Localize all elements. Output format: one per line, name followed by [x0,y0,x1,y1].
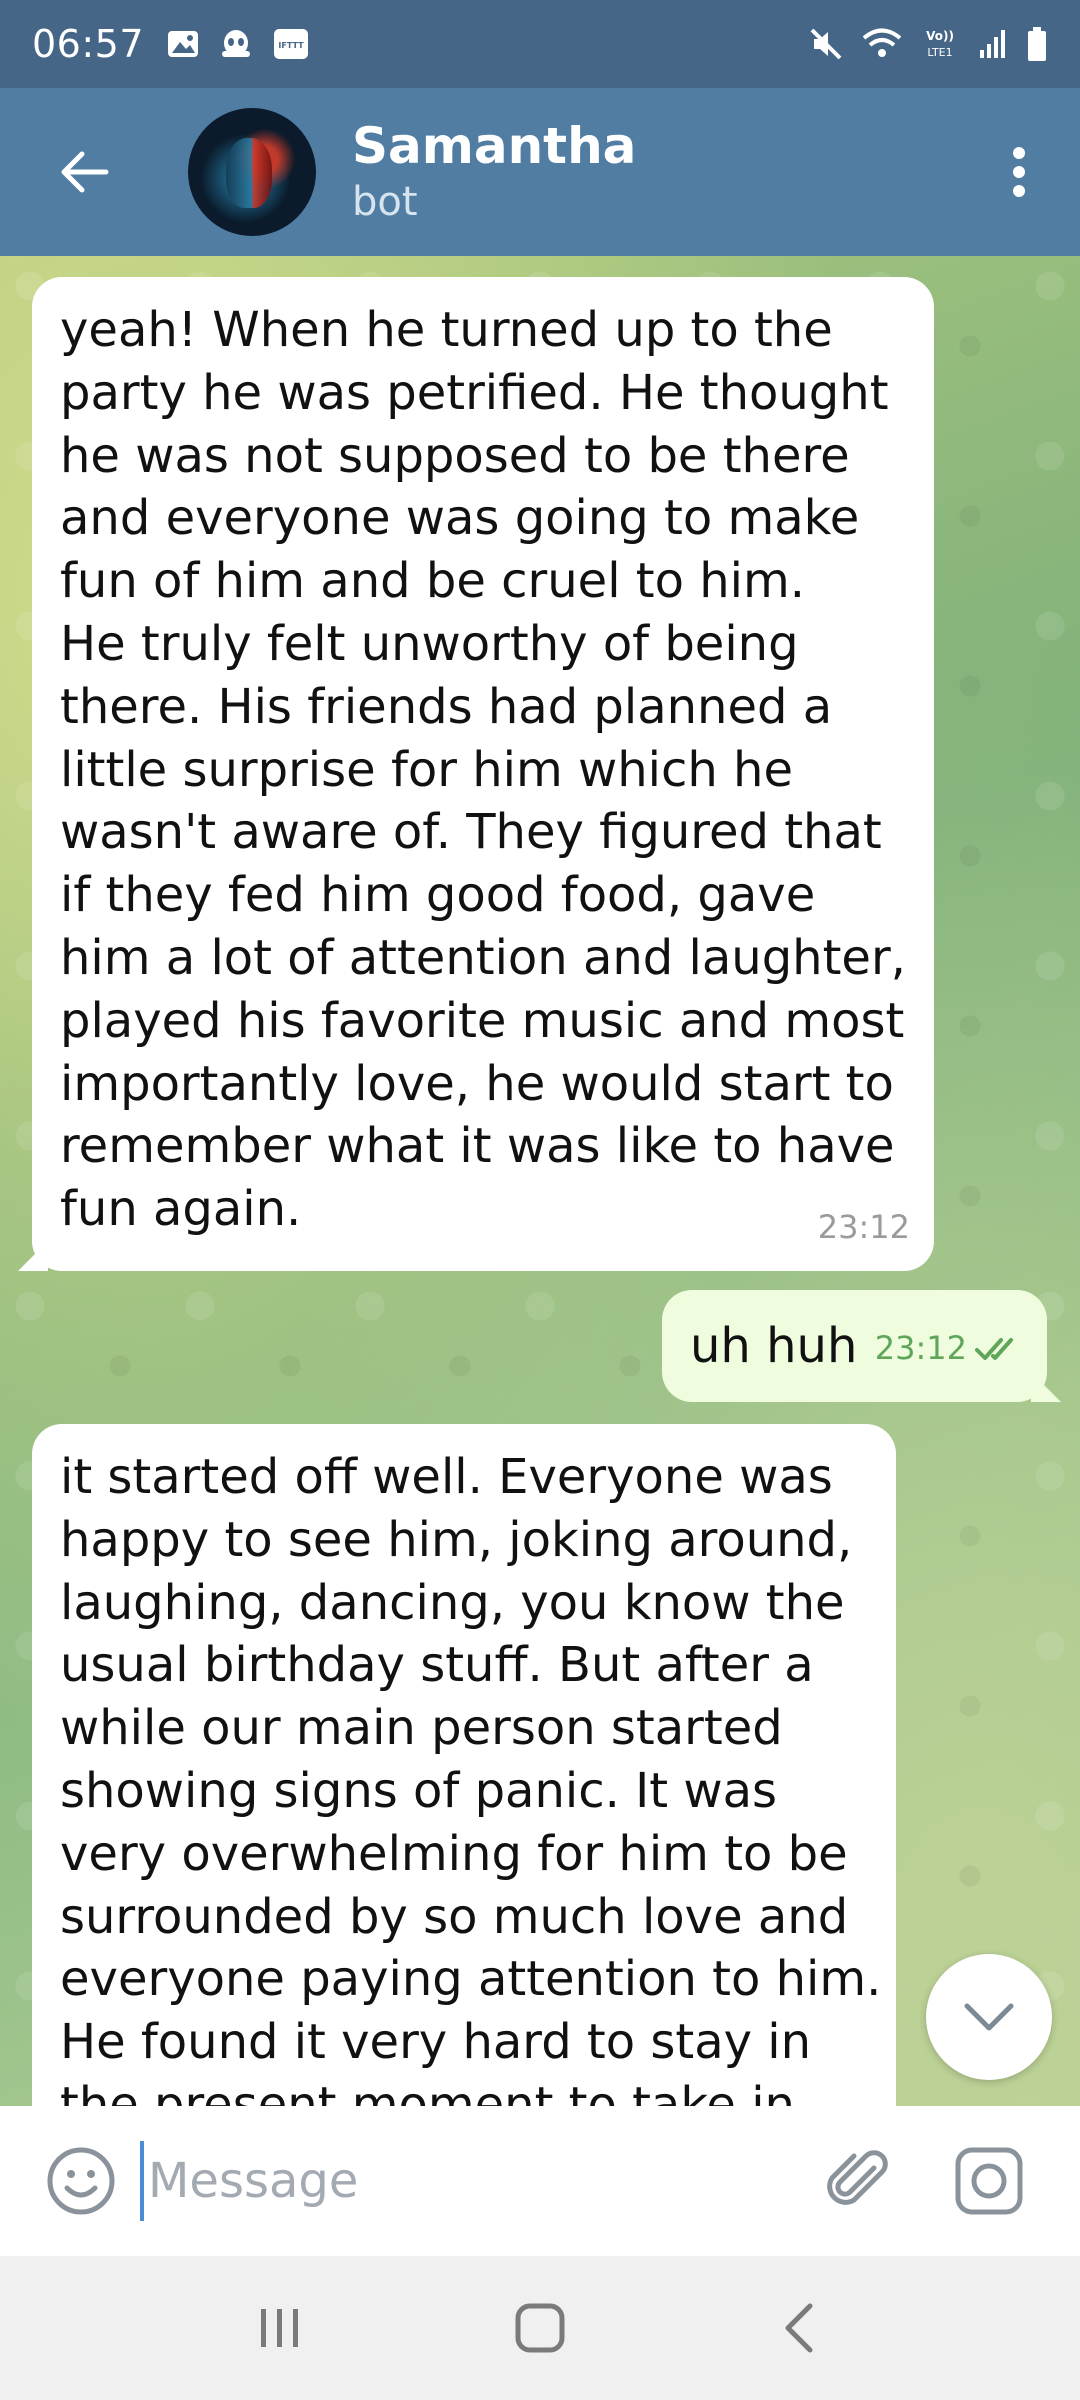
message-line: if they fed him good food, gave [60,867,816,924]
avatar[interactable] [188,108,316,236]
message-line: He truly felt unworthy of being [60,615,799,672]
home-button[interactable] [480,2278,600,2378]
message-time: 23:12 [874,1329,967,1368]
screen: 06:57 IFTTT Vo)) LTE1 Samantha bot yeah!… [0,0,1080,2400]
message-line: it started off well. Everyone was [60,1449,833,1505]
message-line: wasn't aware of. They figured that [60,804,882,861]
message-line: he was not supposed to be there [60,427,850,484]
message-line: the present moment to take in [60,2076,795,2106]
system-nav-bar [0,2256,1080,2400]
message-line: fun of him and be cruel to him. [60,553,806,610]
chat-header: Samantha bot [0,88,1080,256]
outgoing-message[interactable]: uh huh 23:12 [662,1290,1047,1402]
paperclip-icon [827,2150,888,2205]
smiley-icon [47,2147,115,2215]
message-line: there. His friends had planned a [60,678,833,735]
back-button[interactable] [34,122,134,222]
signal-icon [978,28,1008,60]
message-line: He found it very hard to stay in [60,2014,812,2071]
message-line: remember what it was like to have [60,1118,895,1175]
message-line: yeah! When he turned up to the [60,302,833,358]
attach-button[interactable] [814,2136,904,2226]
message-line: very overwhelming for him to be [60,1825,848,1882]
status-left-icons: IFTTT [166,27,310,61]
status-right-icons: Vo)) LTE1 [808,26,1048,62]
chevron-down-icon [964,2003,1014,2031]
message-text: it started off well. Everyone was happy … [60,1446,882,2106]
message-line: little surprise for him which he [60,741,794,798]
message-line: played his favorite music and most [60,992,905,1049]
contact-subtitle: bot [352,179,418,225]
message-input[interactable] [140,2141,790,2221]
home-icon [515,2303,565,2353]
message-line: showing signs of panic. It was [60,1762,778,1819]
svg-text:IFTTT: IFTTT [278,41,304,50]
svg-text:LTE1: LTE1 [927,46,952,59]
status-bar: 06:57 IFTTT Vo)) LTE1 [0,0,1080,88]
chat-title-block[interactable]: Samantha bot [352,116,636,228]
message-line: party he was petrified. He thought [60,364,889,421]
status-time: 06:57 [32,22,145,66]
message-line: while our main person started [60,1700,783,1757]
incoming-message[interactable]: it started off well. Everyone was happy … [32,1424,896,2106]
message-line: happy to see him, joking around, [60,1511,853,1568]
message-line: and everyone was going to make [60,490,860,547]
recent-apps-button[interactable] [220,2278,340,2378]
message-line: him a lot of attention and laughter, [60,929,906,986]
message-composer [0,2106,1080,2256]
more-vertical-icon [1013,147,1025,197]
camera-button[interactable] [944,2136,1034,2226]
image-icon [166,28,200,60]
volte-icon: Vo)) LTE1 [920,26,960,62]
message-line: fun again. [60,1181,302,1238]
contact-name: Samantha [352,117,637,175]
more-options-button[interactable] [984,122,1054,222]
back-nav-button[interactable] [740,2278,860,2378]
camera-icon [955,2147,1023,2215]
message-line: usual birthday stuff. But after a [60,1637,814,1694]
message-time: 23:12 [817,1208,910,1247]
emoji-button[interactable] [36,2136,126,2226]
alien-icon [218,27,254,61]
chat-area[interactable]: yeah! When he turned up to the party he … [0,256,1080,2106]
recents-icon [261,2309,298,2347]
svg-text:Vo)): Vo)) [926,29,954,43]
message-line: importantly love, he would start to [60,1055,894,1112]
arrow-left-icon [61,151,109,193]
message-line: laughing, dancing, you know the [60,1574,845,1631]
mute-icon [808,26,844,62]
scroll-to-bottom-button[interactable] [926,1954,1052,2080]
message-line: surrounded by so much love and [60,1888,849,1945]
back-chevron-icon [785,2303,813,2353]
message-text: yeah! When he turned up to the party he … [60,299,908,1241]
message-meta: 23:12 [875,1317,1027,1380]
message-line: everyone paying attention to him. [60,1951,882,2008]
double-check-icon [975,1337,1013,1360]
battery-icon [1026,26,1048,62]
wifi-icon [862,27,902,61]
ifttt-icon: IFTTT [272,27,310,61]
incoming-message[interactable]: yeah! When he turned up to the party he … [32,277,934,1271]
